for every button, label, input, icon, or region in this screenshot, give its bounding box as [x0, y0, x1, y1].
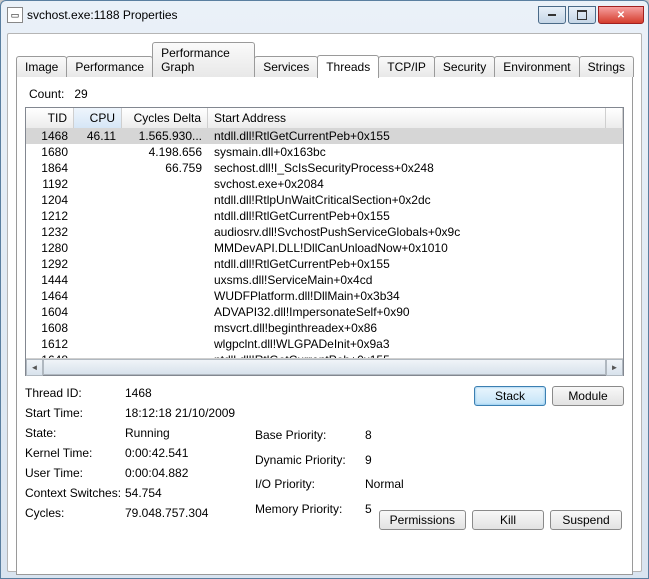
table-row[interactable]: 1192svchost.exe+0x2084: [26, 176, 623, 192]
thread-id-value: 1468: [125, 386, 255, 400]
tab-strings[interactable]: Strings: [579, 56, 634, 77]
base-priority-label: Base Priority:: [255, 428, 365, 447]
table-row[interactable]: 1280MMDevAPI.DLL!DllCanUnloadNow+0x1010: [26, 240, 623, 256]
window-title: svchost.exe:1188 Properties: [27, 8, 538, 22]
tab-services[interactable]: Services: [254, 56, 318, 77]
table-row[interactable]: 1464WUDFPlatform.dll!DllMain+0x3b34: [26, 288, 623, 304]
dynamic-priority-value: 9: [365, 453, 425, 472]
table-row[interactable]: 1212ntdll.dll!RtlGetCurrentPeb+0x155: [26, 208, 623, 224]
column-header-tid[interactable]: TID: [26, 108, 74, 128]
memory-priority-label: Memory Priority:: [255, 502, 365, 521]
table-row[interactable]: 146846.111.565.930...ntdll.dll!RtlGetCur…: [26, 128, 623, 144]
scroll-right-icon[interactable]: ►: [606, 359, 623, 376]
context-switches-label: Context Switches:: [25, 486, 125, 500]
dynamic-priority-label: Dynamic Priority:: [255, 453, 365, 472]
column-header-cycles-delta[interactable]: Cycles Delta: [122, 108, 208, 128]
table-row[interactable]: 16804.198.656sysmain.dll+0x163bc: [26, 144, 623, 160]
table-row[interactable]: 1292ntdll.dll!RtlGetCurrentPeb+0x155: [26, 256, 623, 272]
thread-id-label: Thread ID:: [25, 386, 125, 400]
table-row[interactable]: 186466.759sechost.dll!I_ScIsSecurityProc…: [26, 160, 623, 176]
start-time-value: 18:12:18 21/10/2009: [125, 406, 255, 420]
properties-window: ▭ svchost.exe:1188 Properties ImagePerfo…: [0, 0, 649, 579]
tab-performance-graph[interactable]: Performance Graph: [152, 42, 255, 77]
table-row[interactable]: 1612wlgpclnt.dll!WLGPADeInit+0x9a3: [26, 336, 623, 352]
tab-performance[interactable]: Performance: [66, 56, 153, 77]
threads-panel: Count: 29 TIDCPUCycles DeltaStart Addres…: [16, 76, 633, 575]
suspend-button[interactable]: Suspend: [550, 510, 622, 530]
kill-button[interactable]: Kill: [472, 510, 544, 530]
module-button[interactable]: Module: [552, 386, 624, 406]
table-row[interactable]: 1444uxsms.dll!ServiceMain+0x4cd: [26, 272, 623, 288]
horizontal-scrollbar[interactable]: ◄ ►: [26, 358, 623, 375]
cycles-label: Cycles:: [25, 506, 125, 520]
stack-button[interactable]: Stack: [474, 386, 546, 406]
tab-security[interactable]: Security: [434, 56, 495, 77]
count-label: Count:: [29, 87, 64, 101]
table-row[interactable]: 1608msvcrt.dll!beginthreadex+0x86: [26, 320, 623, 336]
tab-environment[interactable]: Environment: [494, 56, 579, 77]
tab-threads[interactable]: Threads: [317, 55, 379, 78]
kernel-time-label: Kernel Time:: [25, 446, 125, 460]
close-button[interactable]: [598, 6, 644, 24]
context-switches-value: 54.754: [125, 486, 255, 500]
tab-image[interactable]: Image: [16, 56, 67, 77]
titlebar[interactable]: ▭ svchost.exe:1188 Properties: [1, 1, 648, 29]
user-time-value: 0:00:04.882: [125, 466, 255, 480]
scroll-thumb[interactable]: [43, 359, 606, 375]
grid-body[interactable]: 146846.111.565.930...ntdll.dll!RtlGetCur…: [26, 128, 623, 358]
app-icon: ▭: [7, 7, 23, 23]
table-row[interactable]: 1604ADVAPI32.dll!ImpersonateSelf+0x90: [26, 304, 623, 320]
maximize-button[interactable]: [568, 6, 596, 24]
tab-tcp-ip[interactable]: TCP/IP: [378, 56, 435, 77]
io-priority-label: I/O Priority:: [255, 477, 365, 496]
user-time-label: User Time:: [25, 466, 125, 480]
state-label: State:: [25, 426, 125, 440]
io-priority-value: Normal: [365, 477, 425, 496]
column-header-start-address[interactable]: Start Address: [208, 108, 606, 128]
threads-grid: TIDCPUCycles DeltaStart Address 146846.1…: [25, 107, 624, 376]
start-time-label: Start Time:: [25, 406, 125, 420]
kernel-time-value: 0:00:42.541: [125, 446, 255, 460]
minimize-button[interactable]: [538, 6, 566, 24]
base-priority-value: 8: [365, 428, 425, 447]
column-header-cpu[interactable]: CPU: [74, 108, 122, 128]
count-value: 29: [74, 87, 87, 101]
cycles-value: 79.048.757.304: [125, 506, 255, 520]
permissions-button[interactable]: Permissions: [379, 510, 466, 530]
scroll-left-icon[interactable]: ◄: [26, 359, 43, 376]
state-value: Running: [125, 426, 255, 440]
table-row[interactable]: 1232audiosrv.dll!SvchostPushServiceGloba…: [26, 224, 623, 240]
table-row[interactable]: 1204ntdll.dll!RtlpUnWaitCriticalSection+…: [26, 192, 623, 208]
